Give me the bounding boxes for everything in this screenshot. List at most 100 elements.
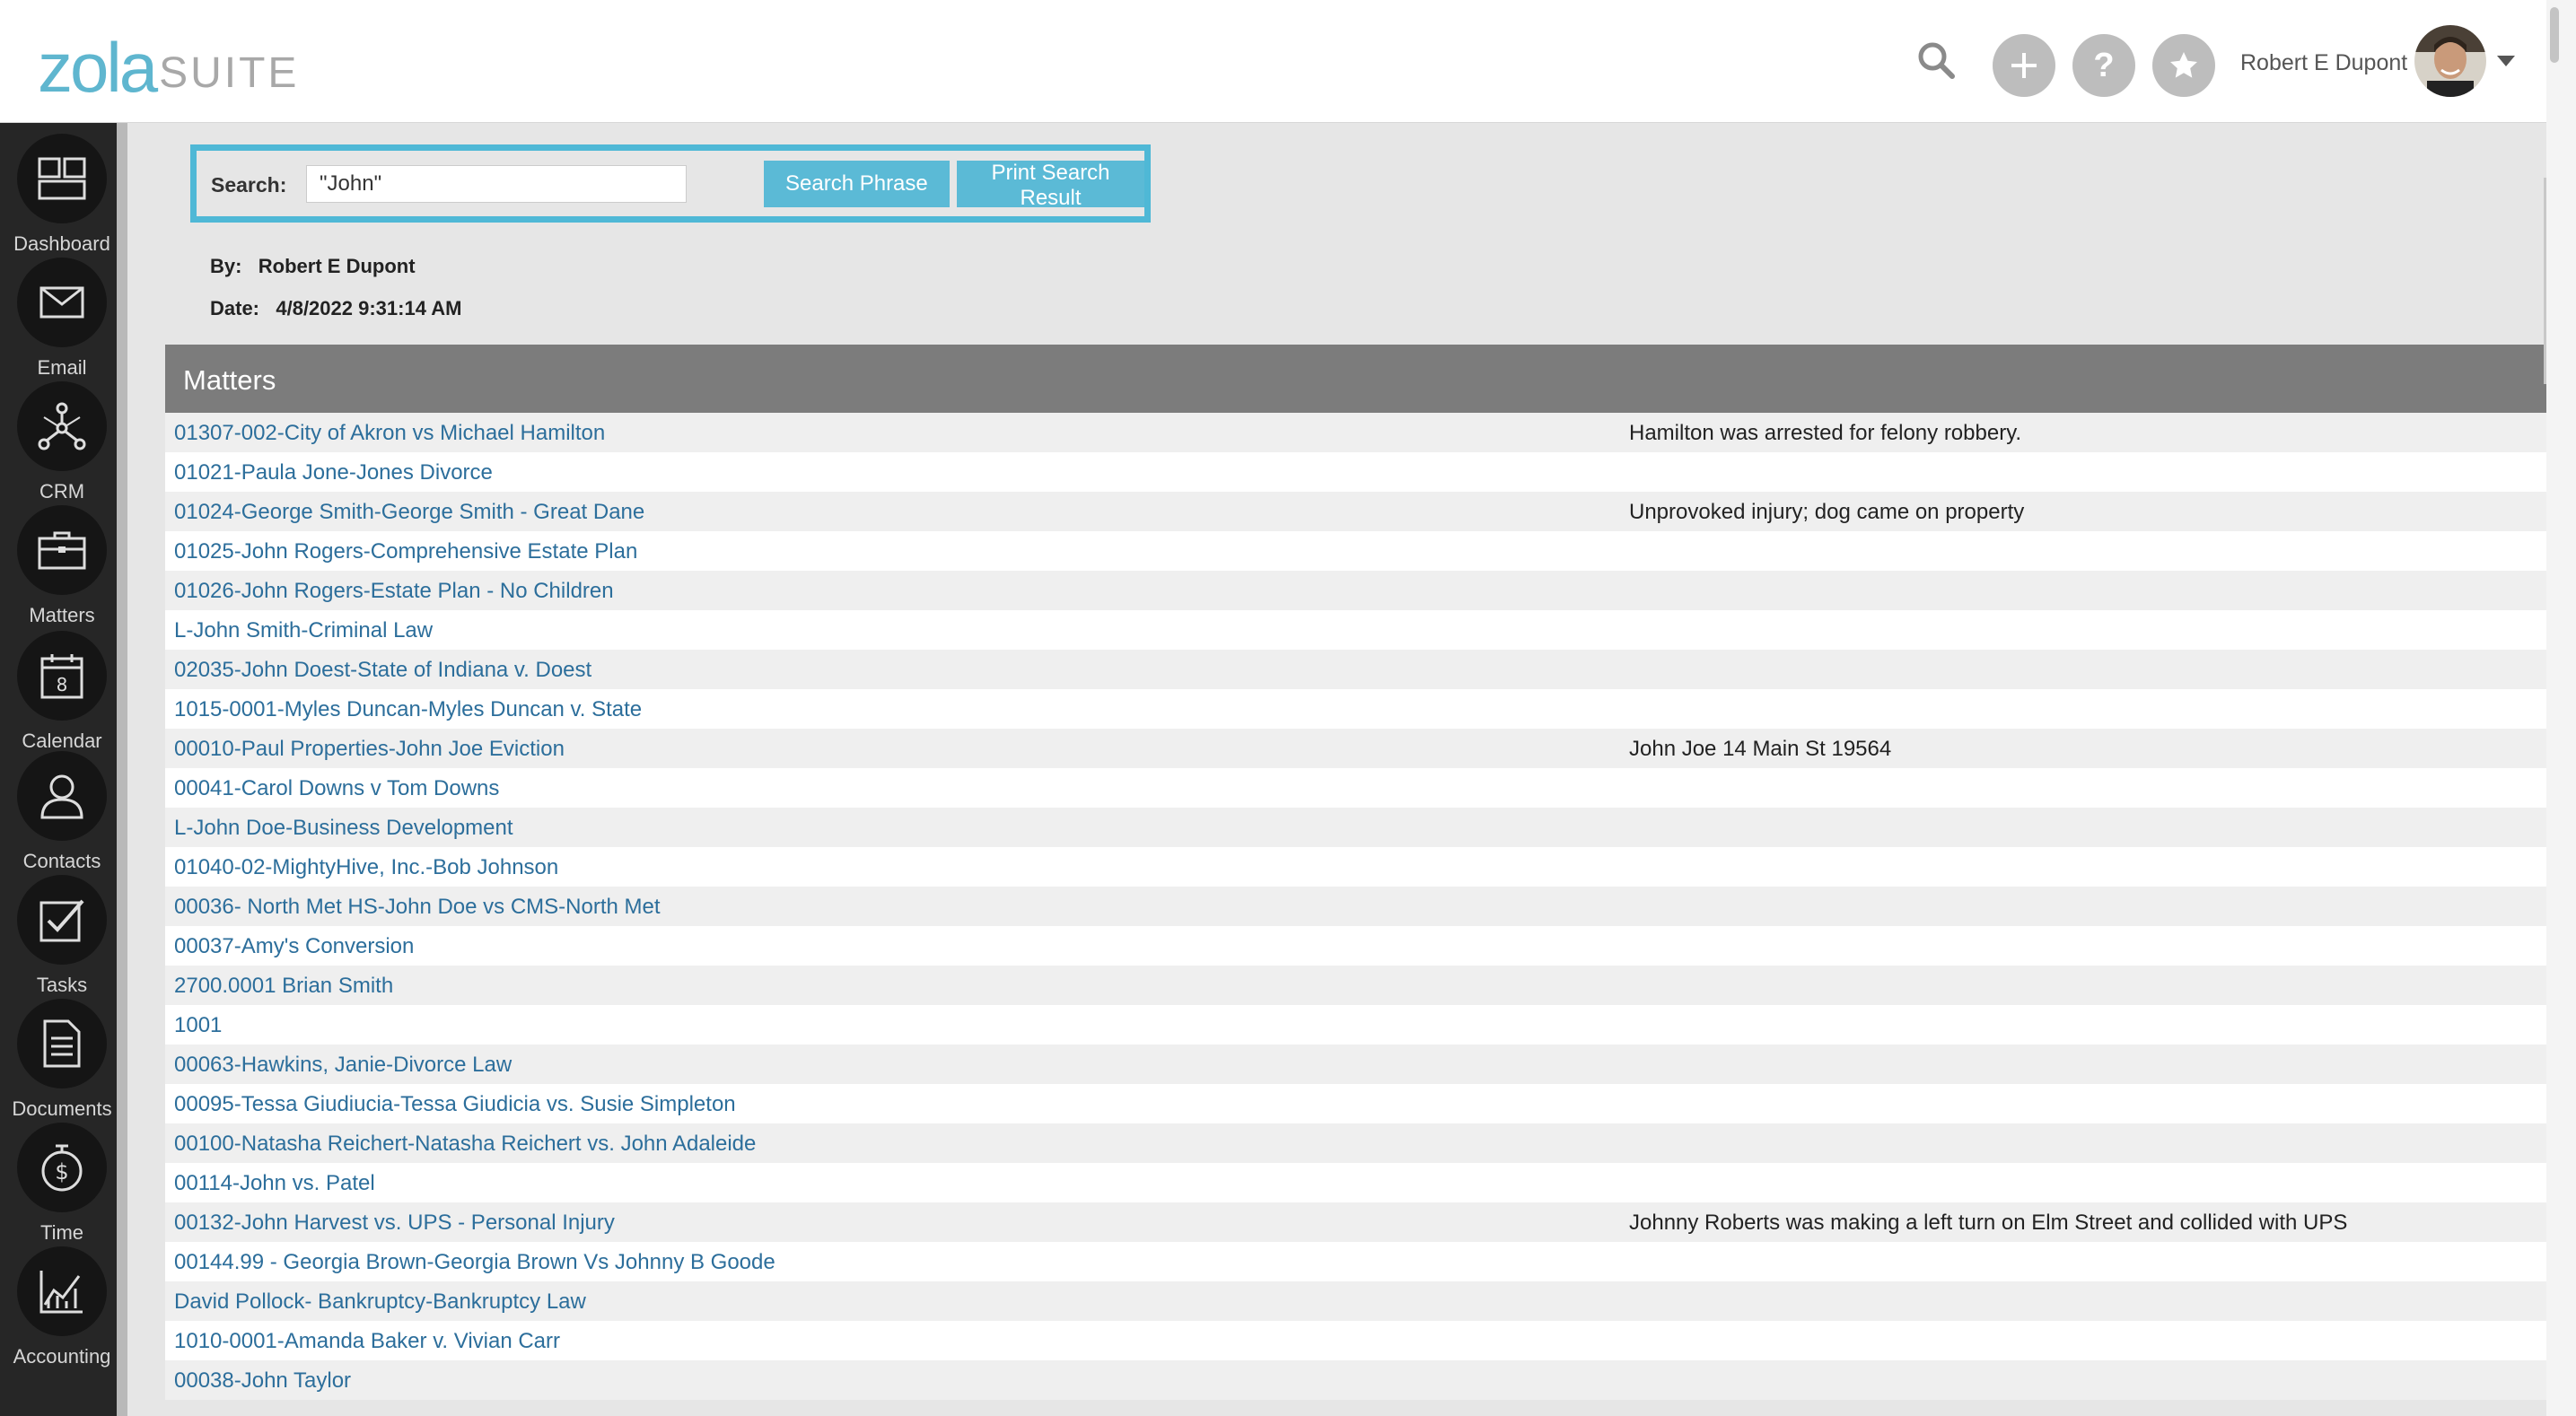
table-row: 1001 bbox=[165, 1005, 2546, 1045]
sidebar-item-label: Dashboard bbox=[13, 232, 110, 255]
matter-link[interactable]: 01026-John Rogers-Estate Plan - No Child… bbox=[174, 579, 614, 604]
matter-link[interactable]: L-John Smith-Criminal Law bbox=[174, 618, 433, 643]
dashboard-icon bbox=[17, 134, 107, 223]
matter-link[interactable]: 02035-John Doest-State of Indiana v. Doe… bbox=[174, 658, 591, 683]
page-scrollbar[interactable] bbox=[2546, 0, 2576, 1416]
sidebar-item-label: Calendar bbox=[22, 730, 102, 752]
stopwatch-icon: $ bbox=[17, 1123, 107, 1212]
search-panel: Search: Search Phrase Print Search Resul… bbox=[190, 144, 1151, 223]
by-value: Robert E Dupont bbox=[258, 255, 416, 277]
matter-link[interactable]: 01025-John Rogers-Comprehensive Estate P… bbox=[174, 539, 637, 564]
sidebar-item-time[interactable]: $ Time bbox=[0, 1123, 124, 1245]
matter-link[interactable]: 01024-George Smith-George Smith - Great … bbox=[174, 500, 644, 525]
sidebar: Dashboard Email CRM Matters 8 Calendar C… bbox=[0, 123, 117, 1416]
table-row: 1010-0001-Amanda Baker v. Vivian Carr bbox=[165, 1321, 2546, 1360]
table-row: 00038-John Taylor bbox=[165, 1360, 2546, 1400]
matter-link[interactable]: 1010-0001-Amanda Baker v. Vivian Carr bbox=[174, 1329, 560, 1354]
table-row: 01025-John Rogers-Comprehensive Estate P… bbox=[165, 531, 2546, 571]
matter-link[interactable]: 00132-John Harvest vs. UPS - Personal In… bbox=[174, 1211, 615, 1236]
table-row: 01021-Paula Jone-Jones Divorce bbox=[165, 452, 2546, 492]
table-row: 01024-George Smith-George Smith - Great … bbox=[165, 492, 2546, 531]
table-row: 1015-0001-Myles Duncan-Myles Duncan v. S… bbox=[165, 689, 2546, 729]
avatar[interactable] bbox=[2414, 25, 2486, 97]
sidebar-item-label: Contacts bbox=[22, 850, 101, 872]
matter-link[interactable]: 00010-Paul Properties-John Joe Eviction bbox=[174, 737, 565, 762]
sidebar-item-label: Email bbox=[37, 356, 87, 379]
matter-link[interactable]: 00114-John vs. Patel bbox=[174, 1171, 375, 1196]
main-content: Search: Search Phrase Print Search Resul… bbox=[127, 123, 2546, 1416]
matter-link[interactable]: 1015-0001-Myles Duncan-Myles Duncan v. S… bbox=[174, 697, 642, 722]
matter-description: Johnny Roberts was making a left turn on… bbox=[1629, 1211, 2348, 1235]
table-row: L-John Smith-Criminal Law bbox=[165, 610, 2546, 650]
top-header: zola SUITE ? Robert E Dupont bbox=[0, 0, 2576, 123]
matter-link[interactable]: 00041-Carol Downs v Tom Downs bbox=[174, 776, 499, 801]
table-row: 01026-John Rogers-Estate Plan - No Child… bbox=[165, 571, 2546, 610]
matter-link[interactable]: 00037-Amy's Conversion bbox=[174, 934, 414, 959]
matter-description: Unprovoked injury; dog came on property bbox=[1629, 500, 2025, 524]
table-row: 00100-Natasha Reichert-Natasha Reichert … bbox=[165, 1123, 2546, 1163]
sidebar-scrollbar[interactable] bbox=[117, 123, 127, 1416]
sidebar-item-documents[interactable]: Documents bbox=[0, 999, 124, 1121]
user-name[interactable]: Robert E Dupont bbox=[2240, 50, 2407, 76]
table-row: 01040-02-MightyHive, Inc.-Bob Johnson bbox=[165, 847, 2546, 887]
sidebar-item-label: CRM bbox=[39, 480, 85, 503]
matter-link[interactable]: 2700.0001 Brian Smith bbox=[174, 974, 393, 999]
matter-link[interactable]: David Pollock- Bankruptcy-Bankruptcy Law bbox=[174, 1289, 586, 1315]
table-row: 02035-John Doest-State of Indiana v. Doe… bbox=[165, 650, 2546, 689]
matter-link[interactable]: 00063-Hawkins, Janie-Divorce Law bbox=[174, 1053, 512, 1078]
matter-link[interactable]: 01307-002-City of Akron vs Michael Hamil… bbox=[174, 421, 605, 446]
matter-link[interactable]: 00144.99 - Georgia Brown-Georgia Brown V… bbox=[174, 1250, 775, 1275]
sidebar-item-crm[interactable]: CRM bbox=[0, 381, 124, 503]
sidebar-item-label: Accounting bbox=[13, 1345, 111, 1368]
sidebar-item-accounting[interactable]: Accounting bbox=[0, 1246, 124, 1368]
svg-text:8: 8 bbox=[57, 674, 68, 695]
matter-description: Hamilton was arrested for felony robbery… bbox=[1629, 421, 2022, 445]
matter-link[interactable]: 00038-John Taylor bbox=[174, 1368, 351, 1394]
matter-link[interactable]: 00036- North Met HS-John Doe vs CMS-Nort… bbox=[174, 895, 661, 920]
table-row: 00036- North Met HS-John Doe vs CMS-Nort… bbox=[165, 887, 2546, 926]
sidebar-item-matters[interactable]: Matters bbox=[0, 505, 124, 627]
table-row: 00041-Carol Downs v Tom Downs bbox=[165, 768, 2546, 808]
question-icon[interactable]: ? bbox=[2072, 34, 2135, 97]
search-phrase-button[interactable]: Search Phrase bbox=[764, 161, 950, 207]
table-row: 2700.0001 Brian Smith bbox=[165, 966, 2546, 1005]
plus-icon[interactable] bbox=[1993, 34, 2055, 97]
sidebar-item-label: Matters bbox=[29, 604, 95, 626]
search-label: Search: bbox=[211, 173, 287, 197]
logo-secondary: SUITE bbox=[159, 49, 300, 97]
date-label: Date: bbox=[210, 297, 260, 319]
search-icon[interactable] bbox=[1915, 39, 1957, 81]
scrollbar-thumb[interactable] bbox=[2550, 7, 2559, 63]
matters-list: 01307-002-City of Akron vs Michael Hamil… bbox=[165, 413, 2546, 1400]
by-label: By: bbox=[210, 255, 242, 277]
zolasuite-logo[interactable]: zola SUITE bbox=[38, 28, 300, 107]
table-row: 00010-Paul Properties-John Joe Eviction J… bbox=[165, 729, 2546, 768]
matter-link[interactable]: 01021-Paula Jone-Jones Divorce bbox=[174, 460, 493, 485]
matter-link[interactable]: L-John Doe-Business Development bbox=[174, 816, 513, 841]
star-icon[interactable] bbox=[2152, 34, 2215, 97]
date-value: 4/8/2022 9:31:14 AM bbox=[276, 297, 462, 319]
sidebar-item-tasks[interactable]: Tasks bbox=[0, 875, 124, 997]
table-row: David Pollock- Bankruptcy-Bankruptcy Law bbox=[165, 1281, 2546, 1321]
svg-text:$: $ bbox=[55, 1159, 68, 1184]
matter-link[interactable]: 00095-Tessa Giudiucia-Tessa Giudicia vs.… bbox=[174, 1092, 736, 1117]
search-input[interactable] bbox=[306, 165, 687, 203]
sidebar-item-calendar[interactable]: 8 Calendar bbox=[0, 631, 124, 753]
matters-title: Matters bbox=[183, 364, 276, 396]
user-menu-chevron-down-icon[interactable] bbox=[2497, 56, 2515, 66]
matter-link[interactable]: 01040-02-MightyHive, Inc.-Bob Johnson bbox=[174, 855, 558, 880]
calendar-icon: 8 bbox=[17, 631, 107, 721]
logo-primary: zola bbox=[38, 28, 158, 107]
checkbox-icon bbox=[17, 875, 107, 965]
print-search-result-button[interactable]: Print Search Result bbox=[957, 161, 1144, 210]
table-row: 00132-John Harvest vs. UPS - Personal In… bbox=[165, 1202, 2546, 1242]
sidebar-item-email[interactable]: Email bbox=[0, 258, 124, 380]
search-date: Date: 4/8/2022 9:31:14 AM bbox=[210, 297, 461, 320]
document-icon bbox=[17, 999, 107, 1088]
matter-link[interactable]: 1001 bbox=[174, 1013, 222, 1038]
briefcase-icon bbox=[17, 505, 107, 595]
chart-icon bbox=[17, 1246, 107, 1336]
matter-link[interactable]: 00100-Natasha Reichert-Natasha Reichert … bbox=[174, 1132, 756, 1157]
sidebar-item-contacts[interactable]: Contacts bbox=[0, 751, 124, 873]
sidebar-item-dashboard[interactable]: Dashboard bbox=[0, 134, 124, 256]
